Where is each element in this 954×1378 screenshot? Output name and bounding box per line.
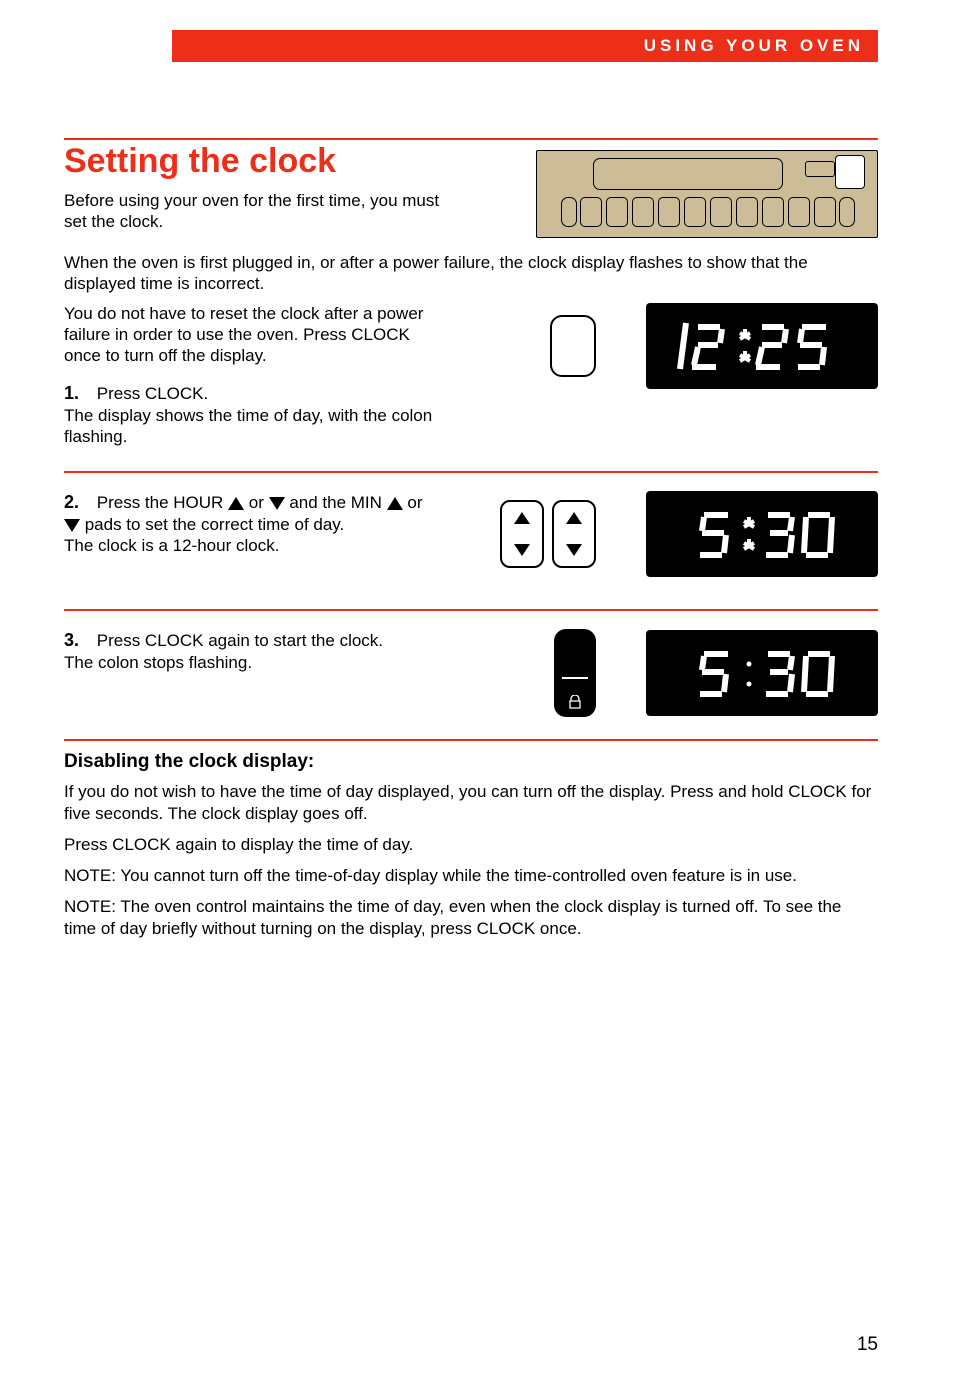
step-text: Press CLOCK. The display shows the time …	[64, 384, 432, 446]
display-530-flashing	[646, 491, 878, 577]
display-530	[646, 630, 878, 716]
step-text: Press CLOCK again to start the clock. Th…	[64, 631, 383, 672]
triangle-down-icon	[269, 497, 285, 510]
control-panel-illustration	[536, 150, 878, 238]
disable-para-4: NOTE: The oven control maintains the tim…	[64, 896, 878, 939]
triangle-up-icon	[228, 497, 244, 510]
intro-para-2: You do not have to reset the clock after…	[64, 303, 434, 367]
step-text: Press the HOUR or and the MIN or pads to…	[64, 493, 423, 555]
disable-heading: Disabling the clock display:	[64, 751, 878, 773]
header-label: USING YOUR OVEN	[644, 36, 864, 56]
clock-lock-button-icon	[554, 629, 596, 717]
disable-para-2: Press CLOCK again to display the time of…	[64, 834, 878, 855]
intro-lead: Before using your oven for the first tim…	[64, 190, 444, 233]
step-number: 2.	[64, 491, 92, 514]
step-number: 3.	[64, 629, 92, 652]
triangle-up-icon	[387, 497, 403, 510]
triangle-down-icon	[64, 519, 80, 532]
hour-min-buttons-icon	[500, 500, 596, 568]
disable-para-3: NOTE: You cannot turn off the time-of-da…	[64, 865, 878, 886]
lock-icon	[568, 695, 582, 709]
section-title: Setting the clock	[64, 144, 444, 180]
page-number: 15	[857, 1334, 878, 1356]
intro-para-1: When the oven is first plugged in, or af…	[64, 252, 878, 295]
header-bar: USING YOUR OVEN	[172, 30, 878, 62]
display-1225	[646, 303, 878, 389]
disable-para-1: If you do not wish to have the time of d…	[64, 781, 878, 824]
step-number: 1.	[64, 382, 92, 405]
clock-button-icon	[550, 315, 596, 377]
